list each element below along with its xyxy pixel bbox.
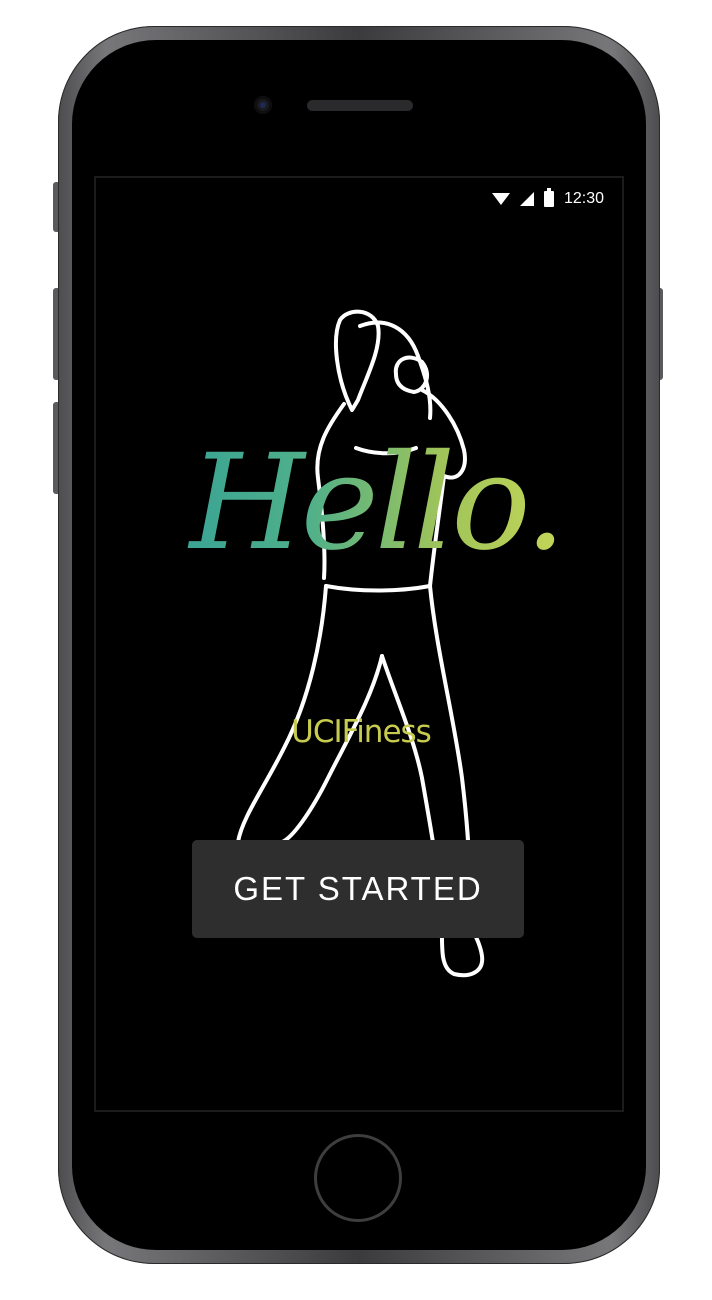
hello-heading: Hello. bbox=[96, 428, 622, 578]
app-name: UCIFiness bbox=[291, 714, 432, 750]
front-camera bbox=[254, 96, 272, 114]
runner-silhouette-illustration bbox=[236, 309, 485, 978]
app-screen: 12:30 Hello. UCIFiness GET STARTED bbox=[94, 176, 624, 1112]
home-button[interactable] bbox=[314, 1134, 402, 1222]
get-started-button[interactable]: GET STARTED bbox=[192, 840, 524, 938]
earpiece-speaker bbox=[307, 100, 413, 111]
